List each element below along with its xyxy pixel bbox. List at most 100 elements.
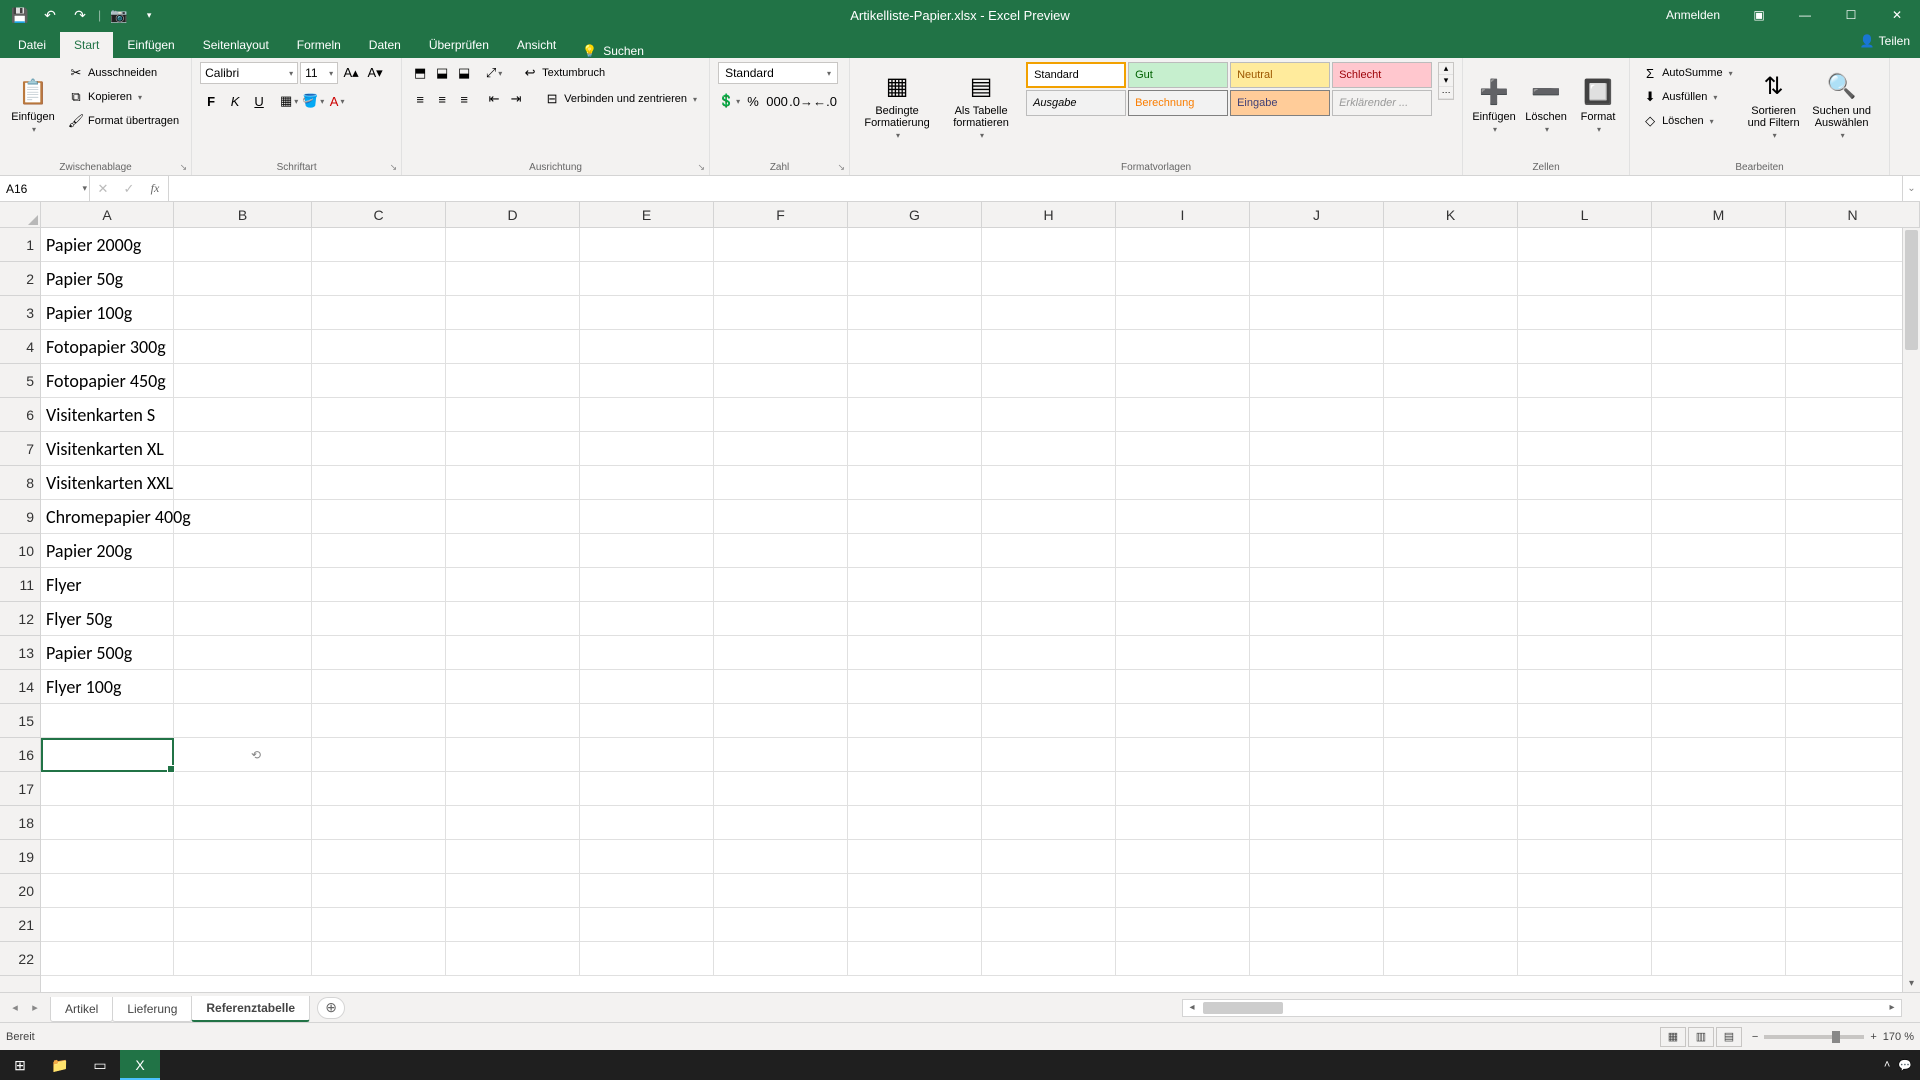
tab-ueberpruefen[interactable]: Überprüfen	[415, 32, 503, 58]
cell-N11[interactable]	[1786, 568, 1920, 601]
number-launcher-icon[interactable]: ↘	[838, 162, 846, 173]
cell-N10[interactable]	[1786, 534, 1920, 567]
cell-D22[interactable]	[446, 942, 580, 975]
cell-F6[interactable]	[714, 398, 848, 431]
cell-H19[interactable]	[982, 840, 1116, 873]
cell-K16[interactable]	[1384, 738, 1518, 771]
cell-B12[interactable]	[174, 602, 312, 635]
cell-F21[interactable]	[714, 908, 848, 941]
cell-H1[interactable]	[982, 228, 1116, 261]
cell-G3[interactable]	[848, 296, 982, 329]
cell-B22[interactable]	[174, 942, 312, 975]
cell-I21[interactable]	[1116, 908, 1250, 941]
cell-D1[interactable]	[446, 228, 580, 261]
cell-A18[interactable]	[41, 806, 174, 839]
tell-me-search[interactable]: 💡 Suchen	[570, 44, 656, 58]
cell-A17[interactable]	[41, 772, 174, 805]
column-header-E[interactable]: E	[580, 202, 714, 227]
cell-K12[interactable]	[1384, 602, 1518, 635]
column-header-H[interactable]: H	[982, 202, 1116, 227]
cell-G5[interactable]	[848, 364, 982, 397]
cell-D17[interactable]	[446, 772, 580, 805]
cell-J12[interactable]	[1250, 602, 1384, 635]
cell-H13[interactable]	[982, 636, 1116, 669]
tab-start[interactable]: Start	[60, 32, 113, 58]
cell-C17[interactable]	[312, 772, 446, 805]
cell-N18[interactable]	[1786, 806, 1920, 839]
cell-J20[interactable]	[1250, 874, 1384, 907]
cell-L20[interactable]	[1518, 874, 1652, 907]
cell-F8[interactable]	[714, 466, 848, 499]
cell-F13[interactable]	[714, 636, 848, 669]
cell-B16[interactable]	[174, 738, 312, 771]
cell-G2[interactable]	[848, 262, 982, 295]
style-ausgabe[interactable]: Ausgabe	[1026, 90, 1126, 116]
cell-C11[interactable]	[312, 568, 446, 601]
cell-E7[interactable]	[580, 432, 714, 465]
cell-L21[interactable]	[1518, 908, 1652, 941]
select-all-button[interactable]	[0, 202, 41, 227]
column-header-G[interactable]: G	[848, 202, 982, 227]
column-header-D[interactable]: D	[446, 202, 580, 227]
vscroll-thumb[interactable]	[1905, 230, 1918, 350]
align-launcher-icon[interactable]: ↘	[698, 162, 706, 173]
hscroll-right-icon[interactable]: ▸	[1883, 1002, 1901, 1013]
cell-N20[interactable]	[1786, 874, 1920, 907]
tab-ansicht[interactable]: Ansicht	[503, 32, 570, 58]
cell-K3[interactable]	[1384, 296, 1518, 329]
cell-N7[interactable]	[1786, 432, 1920, 465]
cell-N8[interactable]	[1786, 466, 1920, 499]
gallery-up-icon[interactable]: ▴	[1439, 63, 1453, 75]
cell-E14[interactable]	[580, 670, 714, 703]
cell-B1[interactable]	[174, 228, 312, 261]
view-page-layout-icon[interactable]: ▥	[1688, 1027, 1714, 1047]
cell-K13[interactable]	[1384, 636, 1518, 669]
cell-A19[interactable]	[41, 840, 174, 873]
cell-C7[interactable]	[312, 432, 446, 465]
cell-M6[interactable]	[1652, 398, 1786, 431]
cells-area[interactable]: ⟲ Papier 2000gPapier 50gPapier 100gFotop…	[41, 228, 1920, 992]
cell-M21[interactable]	[1652, 908, 1786, 941]
column-header-L[interactable]: L	[1518, 202, 1652, 227]
copy-button[interactable]: ⧉Kopieren▾	[64, 86, 183, 108]
cell-I12[interactable]	[1116, 602, 1250, 635]
cell-G7[interactable]	[848, 432, 982, 465]
accounting-icon[interactable]: 💲▾	[718, 90, 740, 112]
row-header-15[interactable]: 15	[0, 704, 40, 738]
cell-H8[interactable]	[982, 466, 1116, 499]
cell-D20[interactable]	[446, 874, 580, 907]
save-icon[interactable]: 💾	[8, 3, 32, 27]
clipboard-launcher-icon[interactable]: ↘	[180, 162, 188, 173]
cell-I19[interactable]	[1116, 840, 1250, 873]
row-header-21[interactable]: 21	[0, 908, 40, 942]
cell-F22[interactable]	[714, 942, 848, 975]
cell-J6[interactable]	[1250, 398, 1384, 431]
row-header-5[interactable]: 5	[0, 364, 40, 398]
cell-L15[interactable]	[1518, 704, 1652, 737]
tab-einfuegen[interactable]: Einfügen	[113, 32, 188, 58]
cell-M3[interactable]	[1652, 296, 1786, 329]
cell-K10[interactable]	[1384, 534, 1518, 567]
undo-icon[interactable]: ↶	[38, 3, 62, 27]
cancel-formula-icon[interactable]: ✕	[90, 178, 116, 200]
cell-H9[interactable]	[982, 500, 1116, 533]
camera-icon[interactable]: 📷	[107, 3, 131, 27]
start-button[interactable]: ⊞	[0, 1050, 40, 1080]
cell-B6[interactable]	[174, 398, 312, 431]
cell-C10[interactable]	[312, 534, 446, 567]
cell-J19[interactable]	[1250, 840, 1384, 873]
cell-K19[interactable]	[1384, 840, 1518, 873]
insert-cells-button[interactable]: ➕Einfügen▾	[1471, 62, 1517, 148]
system-tray[interactable]: ˄ 💬	[1884, 1059, 1920, 1072]
hscroll-thumb[interactable]	[1203, 1002, 1283, 1014]
cell-F12[interactable]	[714, 602, 848, 635]
cell-C3[interactable]	[312, 296, 446, 329]
cell-M17[interactable]	[1652, 772, 1786, 805]
cell-B2[interactable]	[174, 262, 312, 295]
cell-E4[interactable]	[580, 330, 714, 363]
cell-A12[interactable]: Flyer 50g	[41, 602, 174, 635]
cell-N13[interactable]	[1786, 636, 1920, 669]
minimize-icon[interactable]: —	[1782, 0, 1828, 30]
cell-M18[interactable]	[1652, 806, 1786, 839]
style-standard[interactable]: Standard	[1026, 62, 1126, 88]
